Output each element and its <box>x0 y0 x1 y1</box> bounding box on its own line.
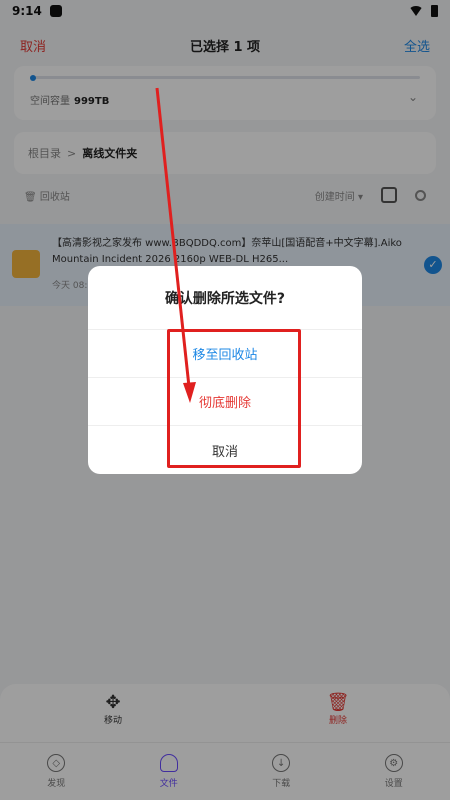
highlight-box <box>167 329 301 468</box>
dialog-title: 确认删除所选文件? <box>88 266 362 330</box>
